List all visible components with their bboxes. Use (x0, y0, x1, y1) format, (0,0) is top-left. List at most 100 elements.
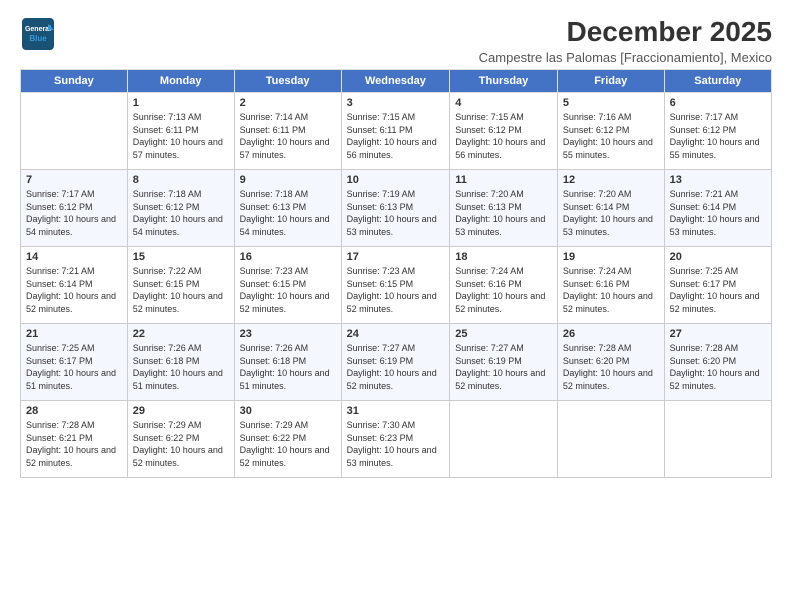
cell-content: 25 Sunrise: 7:27 AMSunset: 6:19 PMDaylig… (455, 328, 552, 396)
cell-details: Sunrise: 7:20 AMSunset: 6:13 PMDaylight:… (455, 188, 552, 238)
day-number: 27 (670, 328, 766, 340)
logo: General Blue (20, 16, 56, 52)
cell-details: Sunrise: 7:17 AMSunset: 6:12 PMDaylight:… (26, 188, 122, 238)
table-cell: 30 Sunrise: 7:29 AMSunset: 6:22 PMDaylig… (234, 401, 341, 478)
day-number: 1 (133, 97, 229, 109)
cell-content: 29 Sunrise: 7:29 AMSunset: 6:22 PMDaylig… (133, 405, 229, 473)
day-number: 8 (133, 174, 229, 186)
week-row-4: 21 Sunrise: 7:25 AMSunset: 6:17 PMDaylig… (21, 324, 772, 401)
cell-content: 16 Sunrise: 7:23 AMSunset: 6:15 PMDaylig… (240, 251, 336, 319)
table-cell (450, 401, 558, 478)
day-number: 9 (240, 174, 336, 186)
table-cell: 18 Sunrise: 7:24 AMSunset: 6:16 PMDaylig… (450, 247, 558, 324)
cell-content: 2 Sunrise: 7:14 AMSunset: 6:11 PMDayligh… (240, 97, 336, 165)
table-cell: 28 Sunrise: 7:28 AMSunset: 6:21 PMDaylig… (21, 401, 128, 478)
week-row-5: 28 Sunrise: 7:28 AMSunset: 6:21 PMDaylig… (21, 401, 772, 478)
day-number: 16 (240, 251, 336, 263)
week-row-2: 7 Sunrise: 7:17 AMSunset: 6:12 PMDayligh… (21, 170, 772, 247)
cell-content: 3 Sunrise: 7:15 AMSunset: 6:11 PMDayligh… (347, 97, 445, 165)
table-cell: 2 Sunrise: 7:14 AMSunset: 6:11 PMDayligh… (234, 93, 341, 170)
table-cell: 7 Sunrise: 7:17 AMSunset: 6:12 PMDayligh… (21, 170, 128, 247)
day-number: 13 (670, 174, 766, 186)
day-number: 15 (133, 251, 229, 263)
location-title: Campestre las Palomas [Fraccionamiento],… (479, 50, 772, 65)
cell-details: Sunrise: 7:27 AMSunset: 6:19 PMDaylight:… (455, 342, 552, 392)
cell-content: 9 Sunrise: 7:18 AMSunset: 6:13 PMDayligh… (240, 174, 336, 242)
day-number: 10 (347, 174, 445, 186)
cell-details: Sunrise: 7:28 AMSunset: 6:20 PMDaylight:… (563, 342, 659, 392)
cell-details: Sunrise: 7:15 AMSunset: 6:11 PMDaylight:… (347, 111, 445, 161)
day-number: 26 (563, 328, 659, 340)
day-number: 17 (347, 251, 445, 263)
cell-details: Sunrise: 7:22 AMSunset: 6:15 PMDaylight:… (133, 265, 229, 315)
cell-content: 17 Sunrise: 7:23 AMSunset: 6:15 PMDaylig… (347, 251, 445, 319)
table-cell: 5 Sunrise: 7:16 AMSunset: 6:12 PMDayligh… (557, 93, 664, 170)
cell-details: Sunrise: 7:28 AMSunset: 6:21 PMDaylight:… (26, 419, 122, 469)
day-number: 19 (563, 251, 659, 263)
col-wednesday: Wednesday (341, 70, 450, 93)
cell-content: 30 Sunrise: 7:29 AMSunset: 6:22 PMDaylig… (240, 405, 336, 473)
cell-details: Sunrise: 7:28 AMSunset: 6:20 PMDaylight:… (670, 342, 766, 392)
day-number: 30 (240, 405, 336, 417)
table-cell: 24 Sunrise: 7:27 AMSunset: 6:19 PMDaylig… (341, 324, 450, 401)
table-cell (664, 401, 771, 478)
calendar-table: Sunday Monday Tuesday Wednesday Thursday… (20, 69, 772, 478)
day-number: 7 (26, 174, 122, 186)
cell-details: Sunrise: 7:16 AMSunset: 6:12 PMDaylight:… (563, 111, 659, 161)
cell-content: 27 Sunrise: 7:28 AMSunset: 6:20 PMDaylig… (670, 328, 766, 396)
day-number: 22 (133, 328, 229, 340)
table-cell: 12 Sunrise: 7:20 AMSunset: 6:14 PMDaylig… (557, 170, 664, 247)
cell-details: Sunrise: 7:29 AMSunset: 6:22 PMDaylight:… (240, 419, 336, 469)
cell-details: Sunrise: 7:24 AMSunset: 6:16 PMDaylight:… (563, 265, 659, 315)
cell-details: Sunrise: 7:23 AMSunset: 6:15 PMDaylight:… (240, 265, 336, 315)
svg-text:Blue: Blue (29, 34, 47, 43)
day-number: 25 (455, 328, 552, 340)
table-cell: 14 Sunrise: 7:21 AMSunset: 6:14 PMDaylig… (21, 247, 128, 324)
cell-content: 21 Sunrise: 7:25 AMSunset: 6:17 PMDaylig… (26, 328, 122, 396)
cell-details: Sunrise: 7:13 AMSunset: 6:11 PMDaylight:… (133, 111, 229, 161)
day-number: 4 (455, 97, 552, 109)
cell-content: 5 Sunrise: 7:16 AMSunset: 6:12 PMDayligh… (563, 97, 659, 165)
cell-content: 18 Sunrise: 7:24 AMSunset: 6:16 PMDaylig… (455, 251, 552, 319)
cell-content: 1 Sunrise: 7:13 AMSunset: 6:11 PMDayligh… (133, 97, 229, 165)
cell-details: Sunrise: 7:20 AMSunset: 6:14 PMDaylight:… (563, 188, 659, 238)
day-number: 28 (26, 405, 122, 417)
cell-details: Sunrise: 7:30 AMSunset: 6:23 PMDaylight:… (347, 419, 445, 469)
col-thursday: Thursday (450, 70, 558, 93)
table-cell: 9 Sunrise: 7:18 AMSunset: 6:13 PMDayligh… (234, 170, 341, 247)
table-cell: 23 Sunrise: 7:26 AMSunset: 6:18 PMDaylig… (234, 324, 341, 401)
day-number: 2 (240, 97, 336, 109)
day-number: 5 (563, 97, 659, 109)
cell-content: 31 Sunrise: 7:30 AMSunset: 6:23 PMDaylig… (347, 405, 445, 473)
table-cell: 6 Sunrise: 7:17 AMSunset: 6:12 PMDayligh… (664, 93, 771, 170)
cell-content: 19 Sunrise: 7:24 AMSunset: 6:16 PMDaylig… (563, 251, 659, 319)
cell-details: Sunrise: 7:25 AMSunset: 6:17 PMDaylight:… (670, 265, 766, 315)
svg-text:General: General (25, 26, 51, 33)
table-cell: 1 Sunrise: 7:13 AMSunset: 6:11 PMDayligh… (127, 93, 234, 170)
cell-content: 22 Sunrise: 7:26 AMSunset: 6:18 PMDaylig… (133, 328, 229, 396)
table-cell: 11 Sunrise: 7:20 AMSunset: 6:13 PMDaylig… (450, 170, 558, 247)
table-cell: 4 Sunrise: 7:15 AMSunset: 6:12 PMDayligh… (450, 93, 558, 170)
table-cell (557, 401, 664, 478)
cell-details: Sunrise: 7:19 AMSunset: 6:13 PMDaylight:… (347, 188, 445, 238)
table-cell: 31 Sunrise: 7:30 AMSunset: 6:23 PMDaylig… (341, 401, 450, 478)
day-number: 21 (26, 328, 122, 340)
cell-details: Sunrise: 7:21 AMSunset: 6:14 PMDaylight:… (670, 188, 766, 238)
day-number: 24 (347, 328, 445, 340)
cell-details: Sunrise: 7:26 AMSunset: 6:18 PMDaylight:… (133, 342, 229, 392)
col-monday: Monday (127, 70, 234, 93)
table-cell: 17 Sunrise: 7:23 AMSunset: 6:15 PMDaylig… (341, 247, 450, 324)
day-number: 20 (670, 251, 766, 263)
cell-content: 8 Sunrise: 7:18 AMSunset: 6:12 PMDayligh… (133, 174, 229, 242)
cell-content: 4 Sunrise: 7:15 AMSunset: 6:12 PMDayligh… (455, 97, 552, 165)
cell-content: 15 Sunrise: 7:22 AMSunset: 6:15 PMDaylig… (133, 251, 229, 319)
table-cell: 25 Sunrise: 7:27 AMSunset: 6:19 PMDaylig… (450, 324, 558, 401)
day-number: 14 (26, 251, 122, 263)
cell-content: 6 Sunrise: 7:17 AMSunset: 6:12 PMDayligh… (670, 97, 766, 165)
cell-content: 13 Sunrise: 7:21 AMSunset: 6:14 PMDaylig… (670, 174, 766, 242)
table-cell: 16 Sunrise: 7:23 AMSunset: 6:15 PMDaylig… (234, 247, 341, 324)
cell-details: Sunrise: 7:29 AMSunset: 6:22 PMDaylight:… (133, 419, 229, 469)
cell-details: Sunrise: 7:21 AMSunset: 6:14 PMDaylight:… (26, 265, 122, 315)
cell-details: Sunrise: 7:15 AMSunset: 6:12 PMDaylight:… (455, 111, 552, 161)
cell-details: Sunrise: 7:26 AMSunset: 6:18 PMDaylight:… (240, 342, 336, 392)
